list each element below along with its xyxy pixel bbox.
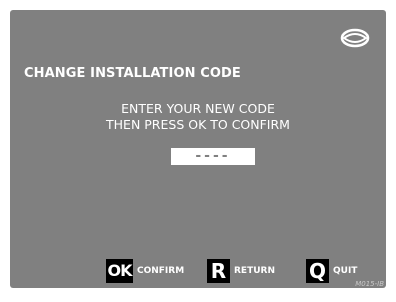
confirm-label: CONFIRM [137,266,185,276]
q-key-icon: Q [306,259,329,283]
r-key-icon: R [207,259,230,283]
new-code-input[interactable]: ---- [171,148,255,165]
brand-logo-icon [340,28,370,48]
instructions: ENTER YOUR NEW CODE THEN PRESS OK TO CON… [10,101,386,133]
ok-confirm-key[interactable]: OK CONFIRM [106,259,184,283]
instruction-line-2: THEN PRESS OK TO CONFIRM [106,117,290,132]
ok-key-icon: OK [106,259,133,283]
return-label: RETURN [234,266,275,276]
quit-key[interactable]: Q QUIT [306,259,357,283]
return-key[interactable]: R RETURN [207,259,275,283]
reference-code: M015-IB [355,280,384,288]
page-title: CHANGE INSTALLATION CODE [24,66,241,81]
tv-menu-screen: CHANGE INSTALLATION CODE ENTER YOUR NEW … [10,10,386,288]
footer-key-legend: OK CONFIRM R RETURN Q QUIT [10,259,386,283]
instruction-line-1: ENTER YOUR NEW CODE [121,101,275,116]
quit-label: QUIT [333,266,358,276]
